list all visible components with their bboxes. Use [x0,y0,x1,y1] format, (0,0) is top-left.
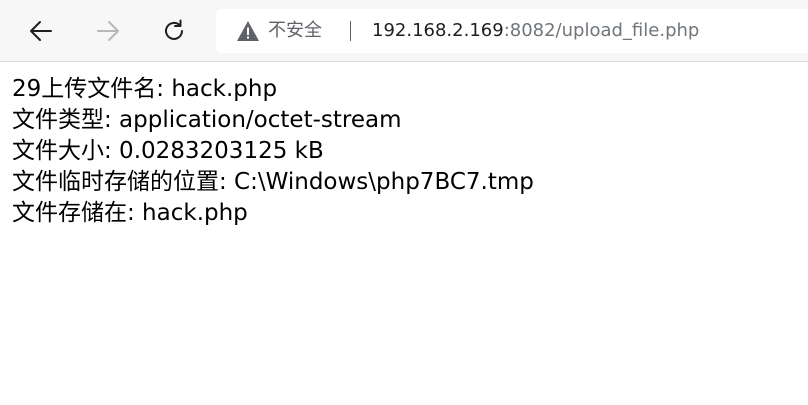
forward-button[interactable] [90,13,126,49]
browser-toolbar: 不安全 192.168.2.169:8082/upload_file.php [0,0,808,62]
file-size-line: 文件大小: 0.0283203125 kB [12,138,324,164]
url-text[interactable]: 192.168.2.169:8082/upload_file.php [372,9,699,53]
page-content: 29上传文件名: hack.php 文件类型: application/octe… [12,74,792,229]
warning-triangle-icon[interactable] [236,20,260,42]
forward-arrow-icon [97,21,119,41]
address-bar[interactable]: 不安全 192.168.2.169:8082/upload_file.php [216,9,808,53]
url-path: :8082/upload_file.php [503,20,700,41]
url-host: 192.168.2.169 [372,20,504,41]
file-type-line: 文件类型: application/octet-stream [12,107,402,133]
back-button[interactable] [23,13,59,49]
reload-icon [165,19,183,40]
reload-button[interactable] [156,13,192,49]
upload-filename-line: 29上传文件名: hack.php [12,76,278,102]
stored-at-line: 文件存储在: hack.php [12,200,248,226]
temp-location-line: 文件临时存储的位置: C:\Windows\php7BC7.tmp [12,169,534,195]
back-arrow-icon [30,21,52,41]
address-separator [350,21,351,41]
security-status-label[interactable]: 不安全 [268,9,322,53]
